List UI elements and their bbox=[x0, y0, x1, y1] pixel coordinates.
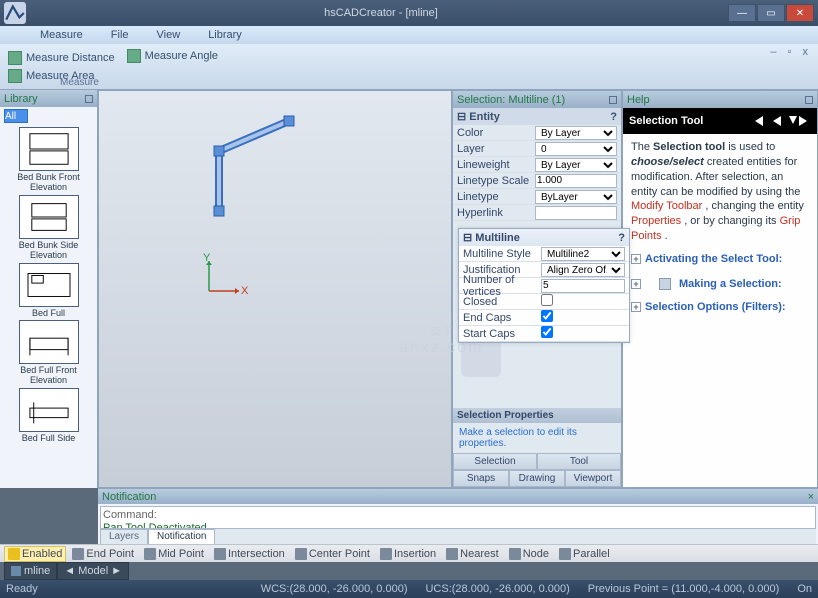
tab-layers[interactable]: Layers bbox=[100, 529, 148, 544]
document-tabs: mline ◄Model► bbox=[0, 562, 818, 580]
snap-toolbar: Enabled End Point Mid Point Intersection… bbox=[0, 544, 818, 562]
doctab-model[interactable]: ◄Model► bbox=[57, 562, 129, 580]
menu-file[interactable]: File bbox=[111, 29, 129, 41]
help-heading: Selection Tool bbox=[623, 108, 817, 134]
command-log[interactable]: Command: Pan Tool Deactivated [DRAG TO P… bbox=[100, 506, 816, 529]
menubar: Measure File View Library bbox=[0, 26, 818, 44]
prop-color: ColorBy Layer bbox=[453, 125, 621, 141]
notification-pane: Notification × Command: Pan Tool Deactiva… bbox=[98, 488, 818, 544]
library-item[interactable]: Bed Bunk Front Elevation bbox=[4, 127, 93, 193]
prop-end-caps: End Caps bbox=[459, 310, 629, 326]
insertion-icon bbox=[380, 548, 392, 560]
tab-drawing[interactable]: Drawing bbox=[509, 470, 565, 487]
tab-snaps[interactable]: Snaps bbox=[453, 470, 509, 487]
ruler-icon bbox=[8, 51, 22, 65]
help-icon[interactable]: ? bbox=[618, 232, 625, 244]
library-panel: Library Bed Bunk Front Elevation Bed Bun… bbox=[0, 90, 98, 488]
maximize-button[interactable]: ▭ bbox=[757, 4, 785, 22]
nearest-icon bbox=[446, 548, 458, 560]
library-item[interactable]: Bed Full Side bbox=[4, 388, 93, 444]
prop-hyperlink: Hyperlink bbox=[453, 205, 621, 221]
ribbon-group-label: Measure bbox=[60, 77, 99, 88]
tab-notification[interactable]: Notification bbox=[148, 529, 215, 544]
selection-panel-header: Selection: Multiline (1) bbox=[453, 91, 621, 108]
mdi-window-controls[interactable]: – ▫ x bbox=[770, 46, 812, 58]
check-icon bbox=[8, 548, 20, 560]
help-section-making[interactable]: +Making a Selection: bbox=[631, 277, 809, 292]
area-icon bbox=[8, 69, 22, 83]
help-section-activating[interactable]: +Activating the Select Tool: bbox=[631, 252, 809, 267]
menu-view[interactable]: View bbox=[157, 29, 181, 41]
parallel-icon bbox=[559, 548, 571, 560]
help-section-options[interactable]: +Selection Options (Filters): bbox=[631, 300, 809, 315]
minimize-button[interactable]: — bbox=[728, 4, 756, 22]
pin-icon[interactable] bbox=[609, 96, 617, 104]
pin-icon[interactable] bbox=[85, 95, 93, 103]
endpoint-icon bbox=[72, 548, 84, 560]
drawing-canvas[interactable]: XY 安下anxz.com bbox=[98, 90, 452, 488]
ucs-icon: XY bbox=[199, 251, 249, 301]
prop-multiline-style: Multiline StyleMultiline2 bbox=[459, 246, 629, 262]
centerpoint-icon bbox=[295, 548, 307, 560]
doctab-mline[interactable]: mline bbox=[4, 562, 57, 580]
library-item[interactable]: Bed Bunk Side Elevation bbox=[4, 195, 93, 261]
tab-selection[interactable]: Selection bbox=[453, 453, 537, 470]
close-button[interactable]: ✕ bbox=[786, 4, 814, 22]
angle-icon bbox=[127, 49, 141, 63]
svg-text:Y: Y bbox=[203, 252, 211, 264]
library-header: Library bbox=[0, 90, 97, 107]
prop-closed: Closed bbox=[459, 294, 629, 310]
prop-lineweight: LineweightBy Layer bbox=[453, 157, 621, 173]
midpoint-icon bbox=[144, 548, 156, 560]
node-icon bbox=[509, 548, 521, 560]
app-icon bbox=[4, 2, 26, 24]
multiline-property-popup: ⊟ Multiline? Multiline StyleMultiline2 J… bbox=[458, 228, 630, 343]
ribbon: Measure Distance Measure Area Measure An… bbox=[0, 44, 818, 90]
help-panel: Help Selection Tool The Selection tool i… bbox=[622, 90, 818, 488]
status-prev: Previous Point = (11.000,-4.000, 0.000) bbox=[588, 583, 780, 595]
prop-start-caps: Start Caps bbox=[459, 326, 629, 342]
prop-num-vertices: Number of vertices bbox=[459, 278, 629, 294]
status-ucs: UCS:(28.000, -26.000, 0.000) bbox=[425, 583, 569, 595]
menu-measure[interactable]: Measure bbox=[40, 29, 83, 41]
svg-text:X: X bbox=[241, 285, 249, 297]
library-filter-input[interactable] bbox=[4, 109, 28, 123]
status-bar: Ready WCS:(28.000, -26.000, 0.000) UCS:(… bbox=[0, 580, 818, 598]
status-wcs: WCS:(28.000, -26.000, 0.000) bbox=[261, 583, 408, 595]
menu-library[interactable]: Library bbox=[208, 29, 242, 41]
tab-tool[interactable]: Tool bbox=[537, 453, 621, 470]
intersection-icon bbox=[214, 548, 226, 560]
close-icon[interactable]: × bbox=[808, 491, 814, 503]
selection-properties-hint: Make a selection to edit its properties. bbox=[453, 423, 621, 453]
library-item[interactable]: Bed Full bbox=[4, 263, 93, 319]
selection-properties-header: Selection Properties bbox=[453, 408, 621, 423]
prop-linetype: LinetypeByLayer bbox=[453, 189, 621, 205]
help-body: The Selection tool is used to choose/sel… bbox=[623, 134, 817, 320]
help-icon[interactable]: ? bbox=[610, 111, 617, 123]
nav-arrows-icon bbox=[751, 112, 811, 130]
prop-linetype-scale: Linetype Scale bbox=[453, 173, 621, 189]
titlebar: hsCADCreator - [mline] — ▭ ✕ bbox=[0, 0, 818, 26]
measure-angle-button[interactable]: Measure Angle bbox=[123, 48, 222, 64]
pin-icon[interactable] bbox=[805, 96, 813, 104]
tab-viewport[interactable]: Viewport bbox=[565, 470, 621, 487]
entity-section-header[interactable]: ⊟ Entity? bbox=[453, 108, 621, 125]
measure-distance-button[interactable]: Measure Distance bbox=[4, 50, 119, 66]
status-on: On bbox=[797, 583, 812, 595]
status-ready: Ready bbox=[6, 583, 38, 595]
window-title: hsCADCreator - [mline] bbox=[34, 7, 728, 19]
doc-icon bbox=[11, 566, 21, 576]
selection-icon bbox=[659, 278, 671, 290]
multiline-entity[interactable] bbox=[199, 111, 299, 231]
library-item[interactable]: Bed Full Front Elevation bbox=[4, 320, 93, 386]
prop-layer: Layer0 bbox=[453, 141, 621, 157]
